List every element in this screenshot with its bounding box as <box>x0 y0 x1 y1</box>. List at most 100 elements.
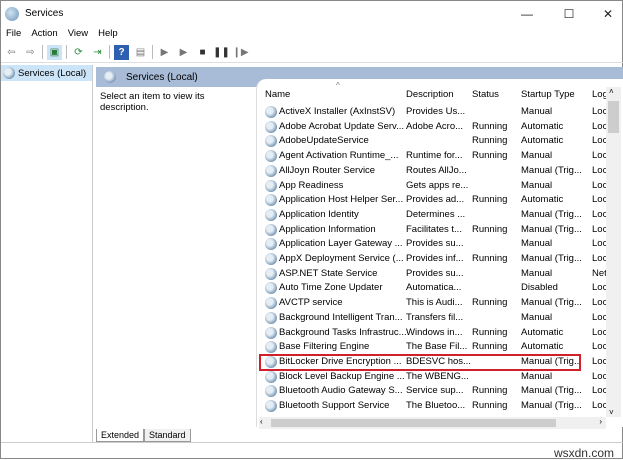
toolbar: ⇦ ⇨ ▣ ⟳ ⇥ ? ▤ ▶ ▶ ■ ❚❚ ❙▶ <box>1 42 623 63</box>
service-description: Adobe Acro... <box>406 120 464 132</box>
horizontal-scroll-thumb[interactable] <box>271 419 556 427</box>
table-row[interactable]: Application Identity Determines ... Manual… <box>257 208 610 223</box>
service-gear-icon <box>265 341 277 354</box>
table-row[interactable]: App Readiness Gets apps re... Manual Loc: <box>257 179 610 194</box>
service-status: Running <box>472 150 508 162</box>
description-hint: Select an item to view its description. <box>100 91 205 113</box>
column-header-description[interactable]: Description <box>406 89 454 103</box>
stop-service-icon[interactable]: ■ <box>195 45 210 60</box>
service-startup-type: Manual (Trig... <box>521 208 582 220</box>
separator <box>66 45 67 59</box>
table-row[interactable]: AVCTP service This is Audi... Running Manua… <box>257 296 610 311</box>
service-status: Running <box>472 194 508 206</box>
service-name: Application Host Helper Ser... <box>279 194 404 206</box>
service-description: Automatica... <box>406 282 462 294</box>
tree-item-services-local[interactable]: Services (Local) <box>1 65 92 81</box>
service-gear-icon <box>265 179 277 192</box>
service-status: Running <box>472 223 508 235</box>
service-startup-type: Manual <box>521 311 553 323</box>
service-name: Base Filtering Engine <box>279 341 370 353</box>
menu-action[interactable]: Action <box>26 26 62 41</box>
service-name: AppX Deployment Service (... <box>279 253 404 264</box>
view-tabs: Extended Standard <box>96 429 191 442</box>
forward-icon[interactable]: ⇨ <box>23 45 38 60</box>
table-row[interactable]: Background Tasks Infrastruc... Windows in… <box>257 326 610 341</box>
menu-help[interactable]: Help <box>93 26 123 41</box>
table-row[interactable]: Adobe Acrobat Update Serv... Adobe Acro..… <box>257 120 610 135</box>
service-startup-type: Manual <box>521 370 553 382</box>
show-hide-console-tree-icon[interactable]: ▣ <box>47 44 62 60</box>
properties-pane-icon[interactable]: ▤ <box>133 45 148 60</box>
table-row[interactable]: ActiveX Installer (AxInstSV) Provides Us.… <box>257 105 610 120</box>
service-description: Routes AllJo... <box>406 164 467 176</box>
table-row[interactable]: Bluetooth Support Service The Bluetoo... R… <box>257 399 610 414</box>
menu-view[interactable]: View <box>63 26 93 41</box>
help-icon[interactable]: ? <box>114 44 129 60</box>
service-startup-type: Manual (Trig... <box>521 253 582 264</box>
service-gear-icon <box>265 400 277 412</box>
table-row[interactable]: ASP.NET State Service Provides su... Manua… <box>257 267 612 282</box>
table-row[interactable]: Background Intelligent Tran... Transfers … <box>257 311 610 326</box>
service-status: Running <box>472 341 508 353</box>
sort-ascending-icon: ^ <box>336 81 340 90</box>
table-row[interactable]: Application Layer Gateway ... Provides su… <box>257 237 610 252</box>
status-bar <box>1 442 623 460</box>
service-gear-icon <box>265 297 277 310</box>
minimize-button[interactable]: — <box>511 1 543 26</box>
services-list: ^ Name Description Status Startup Type L… <box>256 79 623 427</box>
service-name: Application Identity <box>279 208 359 220</box>
service-status: Running <box>472 297 508 309</box>
service-description: Gets apps re... <box>406 179 469 191</box>
service-description: Facilitates t... <box>406 223 462 235</box>
service-name: Application Information <box>279 223 376 235</box>
back-icon[interactable]: ⇦ <box>4 45 19 60</box>
column-header-startup-type[interactable]: Startup Type <box>521 89 575 103</box>
vertical-scrollbar[interactable]: ˄ ˅ <box>606 87 621 417</box>
tab-extended[interactable]: Extended <box>96 429 145 442</box>
export-list-icon[interactable]: ⇥ <box>90 45 105 60</box>
pause-service-icon[interactable]: ❚❚ <box>213 45 230 60</box>
service-name: Agent Activation Runtime_... <box>279 150 399 162</box>
service-description: This is Audi... <box>406 297 463 309</box>
panel-title: Services (Local) <box>126 71 198 83</box>
service-gear-icon <box>265 311 277 324</box>
service-name: ASP.NET State Service <box>279 267 378 279</box>
table-row[interactable]: AdobeUpdateService Running Automatic Loc: <box>257 134 610 149</box>
table-row[interactable]: Application Host Helper Ser... Provides a… <box>257 193 610 208</box>
service-name: ActiveX Installer (AxInstSV) <box>279 106 396 117</box>
menu-file[interactable]: File <box>1 26 26 41</box>
table-row[interactable]: Bluetooth Audio Gateway S... Service sup.… <box>257 384 610 399</box>
tab-standard[interactable]: Standard <box>144 429 191 442</box>
table-row[interactable]: AppX Deployment Service (... Provides inf… <box>257 252 610 267</box>
service-startup-type: Manual <box>521 179 553 191</box>
column-header-status[interactable]: Status <box>472 89 499 103</box>
maximize-button[interactable]: ☐ <box>553 1 585 26</box>
refresh-icon[interactable]: ⟳ <box>71 45 86 60</box>
table-row[interactable]: Agent Activation Runtime_... Runtime for.… <box>257 149 610 164</box>
table-row[interactable]: Application Information Facilitates t... R… <box>257 223 610 238</box>
service-description: The Base Fil... <box>406 341 468 353</box>
service-description: Provides ad... <box>406 194 465 206</box>
start-service-icon[interactable]: ▶ <box>157 45 172 60</box>
table-row[interactable]: Block Level Backup Engine ... The WBENG..… <box>257 370 610 385</box>
start-service-alt-icon[interactable]: ▶ <box>176 45 191 60</box>
service-gear-icon <box>265 223 277 236</box>
service-gear-icon <box>265 370 277 383</box>
service-startup-type: Manual <box>521 238 553 250</box>
service-startup-type: Manual (Trig... <box>521 385 582 397</box>
service-gear-icon <box>265 164 277 177</box>
separator <box>109 45 110 59</box>
table-row[interactable]: Base Filtering Engine The Base Fil... Runn… <box>257 340 610 355</box>
watermark: wsxdn.com <box>553 446 614 460</box>
table-row[interactable]: Auto Time Zone Updater Automatica... Disab… <box>257 281 610 296</box>
table-row[interactable]: AllJoyn Router Service Routes AllJo... Man… <box>257 164 610 179</box>
restart-service-icon[interactable]: ❙▶ <box>232 45 248 60</box>
service-status: Running <box>472 135 508 147</box>
horizontal-scrollbar[interactable]: ‹ › <box>259 417 606 429</box>
close-button[interactable]: ✕ <box>592 1 623 26</box>
service-gear-icon <box>265 135 277 148</box>
vertical-scroll-thumb[interactable] <box>608 101 619 133</box>
column-header-name[interactable]: Name <box>265 89 290 103</box>
service-gear-icon <box>265 326 277 339</box>
description-pane: Select an item to view its description. <box>96 87 256 427</box>
